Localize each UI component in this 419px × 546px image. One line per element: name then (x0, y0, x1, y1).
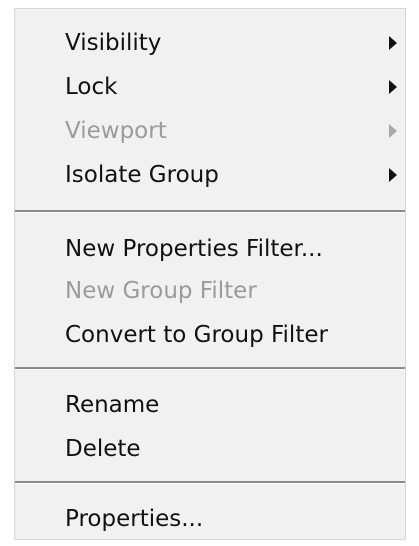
menu-item-rename[interactable]: Rename (15, 383, 405, 427)
chevron-right-icon (389, 80, 397, 94)
menu-item-new-properties-filter[interactable]: New Properties Filter... (15, 227, 405, 271)
menu-item-new-group-filter: New Group Filter (15, 269, 405, 313)
chevron-right-icon (389, 168, 397, 182)
menu-item-lock[interactable]: Lock (15, 65, 405, 109)
menu-item-label: Lock (65, 74, 118, 100)
menu-item-label: New Group Filter (65, 278, 257, 304)
menu-separator (15, 367, 405, 370)
menu-item-delete[interactable]: Delete (15, 427, 405, 471)
menu-separator (15, 481, 405, 484)
menu-item-label: Convert to Group Filter (65, 322, 328, 348)
menu-item-label: Viewport (65, 118, 167, 144)
menu-item-label: Properties... (65, 506, 204, 532)
menu-item-properties[interactable]: Properties... (15, 497, 405, 541)
menu-item-label: New Properties Filter... (65, 236, 323, 262)
menu-item-label: Isolate Group (65, 162, 219, 188)
menu-item-visibility[interactable]: Visibility (15, 21, 405, 65)
menu-item-label: Rename (65, 392, 160, 418)
chevron-right-icon (389, 36, 397, 50)
chevron-right-icon (389, 124, 397, 138)
menu-item-label: Delete (65, 436, 141, 462)
menu-separator (15, 210, 405, 213)
menu-item-isolate-group[interactable]: Isolate Group (15, 153, 405, 197)
menu-item-viewport: Viewport (15, 109, 405, 153)
menu-item-convert-to-group-filter[interactable]: Convert to Group Filter (15, 313, 405, 357)
context-menu: Visibility Lock Viewport Isolate Group N… (14, 8, 406, 540)
menu-item-label: Visibility (65, 30, 162, 56)
